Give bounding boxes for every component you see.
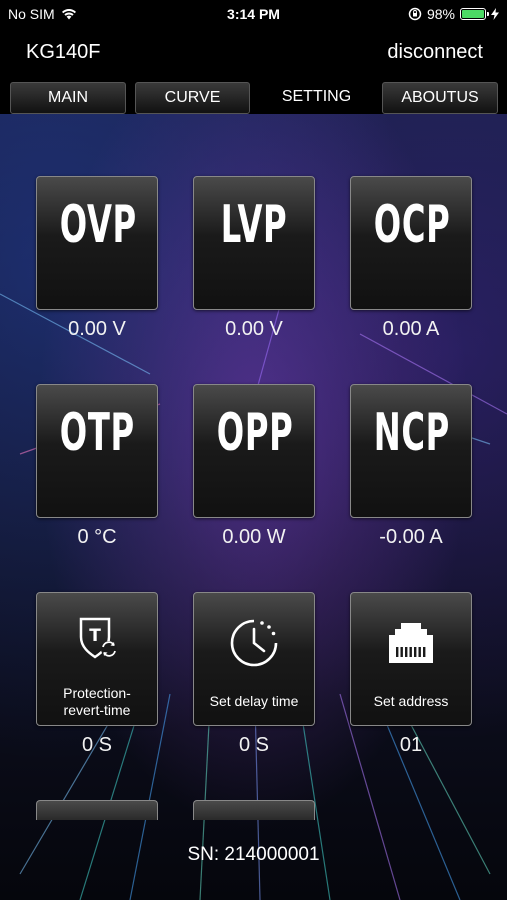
opp-label: OPP: [216, 403, 294, 463]
next-row-tile-2[interactable]: [193, 800, 315, 820]
protection-revert-time-label: Protection-revert-time: [63, 685, 131, 718]
set-delay-time-button[interactable]: Set delay time: [193, 592, 315, 726]
clock-icon: [230, 619, 278, 667]
settings-panel: OVP 0.00 V LVP 0.00 V OCP 0.00 A OTP 0 °…: [0, 114, 507, 900]
opp-button[interactable]: OPP: [193, 384, 315, 518]
lvp-button[interactable]: LVP: [193, 176, 315, 310]
ncp-label: NCP: [373, 403, 450, 463]
set-delay-time-value: 0 S: [238, 734, 270, 756]
set-address-value: 01: [399, 734, 423, 756]
serial-number: SN: 214000001: [187, 844, 320, 865]
svg-text:T: T: [89, 626, 101, 646]
otp-label: OTP: [59, 403, 135, 463]
ncp-value: -0.00 A: [379, 526, 443, 548]
tab-aboutus[interactable]: ABOUTUS: [382, 82, 498, 114]
battery-icon: [460, 8, 489, 20]
tab-setting[interactable]: SETTING: [259, 82, 374, 114]
next-row-tile-1[interactable]: [36, 800, 158, 820]
set-address-label: Set address: [373, 693, 449, 709]
protection-revert-time-value: 0 S: [81, 734, 113, 756]
ocp-label: OCP: [373, 195, 451, 255]
otp-button[interactable]: OTP: [36, 384, 158, 518]
otp-value: 0 °C: [77, 526, 117, 548]
orientation-lock-icon: [408, 7, 422, 21]
tab-main[interactable]: MAIN: [10, 82, 126, 114]
ovp-value: 0.00 V: [68, 318, 126, 340]
battery-percent: 98%: [426, 6, 455, 22]
app-header: KG140F disconnect: [0, 28, 507, 76]
tab-curve[interactable]: CURVE: [135, 82, 250, 114]
tab-bar: MAIN CURVE SETTING ABOUTUS: [0, 80, 507, 114]
status-right: 98%: [408, 6, 499, 22]
ocp-value: 0.00 A: [382, 318, 440, 340]
set-address-button[interactable]: Set address: [350, 592, 472, 726]
opp-value: 0.00 W: [222, 526, 286, 548]
disconnect-button[interactable]: disconnect: [387, 41, 483, 64]
set-delay-time-label: Set delay time: [209, 693, 299, 709]
lvp-value: 0.00 V: [225, 318, 283, 340]
ovp-label: OVP: [59, 195, 137, 255]
ocp-button[interactable]: OCP: [350, 176, 472, 310]
protection-revert-time-button[interactable]: T Protection-revert-time: [36, 592, 158, 726]
protection-revert-icon: T: [79, 617, 117, 659]
lvp-label: LVP: [220, 195, 288, 255]
status-bar: No SIM 3:14 PM 98%: [0, 0, 507, 28]
ethernet-port-icon: [389, 623, 433, 663]
charging-bolt-icon: [491, 8, 499, 20]
ovp-button[interactable]: OVP: [36, 176, 158, 310]
ncp-button[interactable]: NCP: [350, 384, 472, 518]
device-title: KG140F: [26, 41, 101, 63]
